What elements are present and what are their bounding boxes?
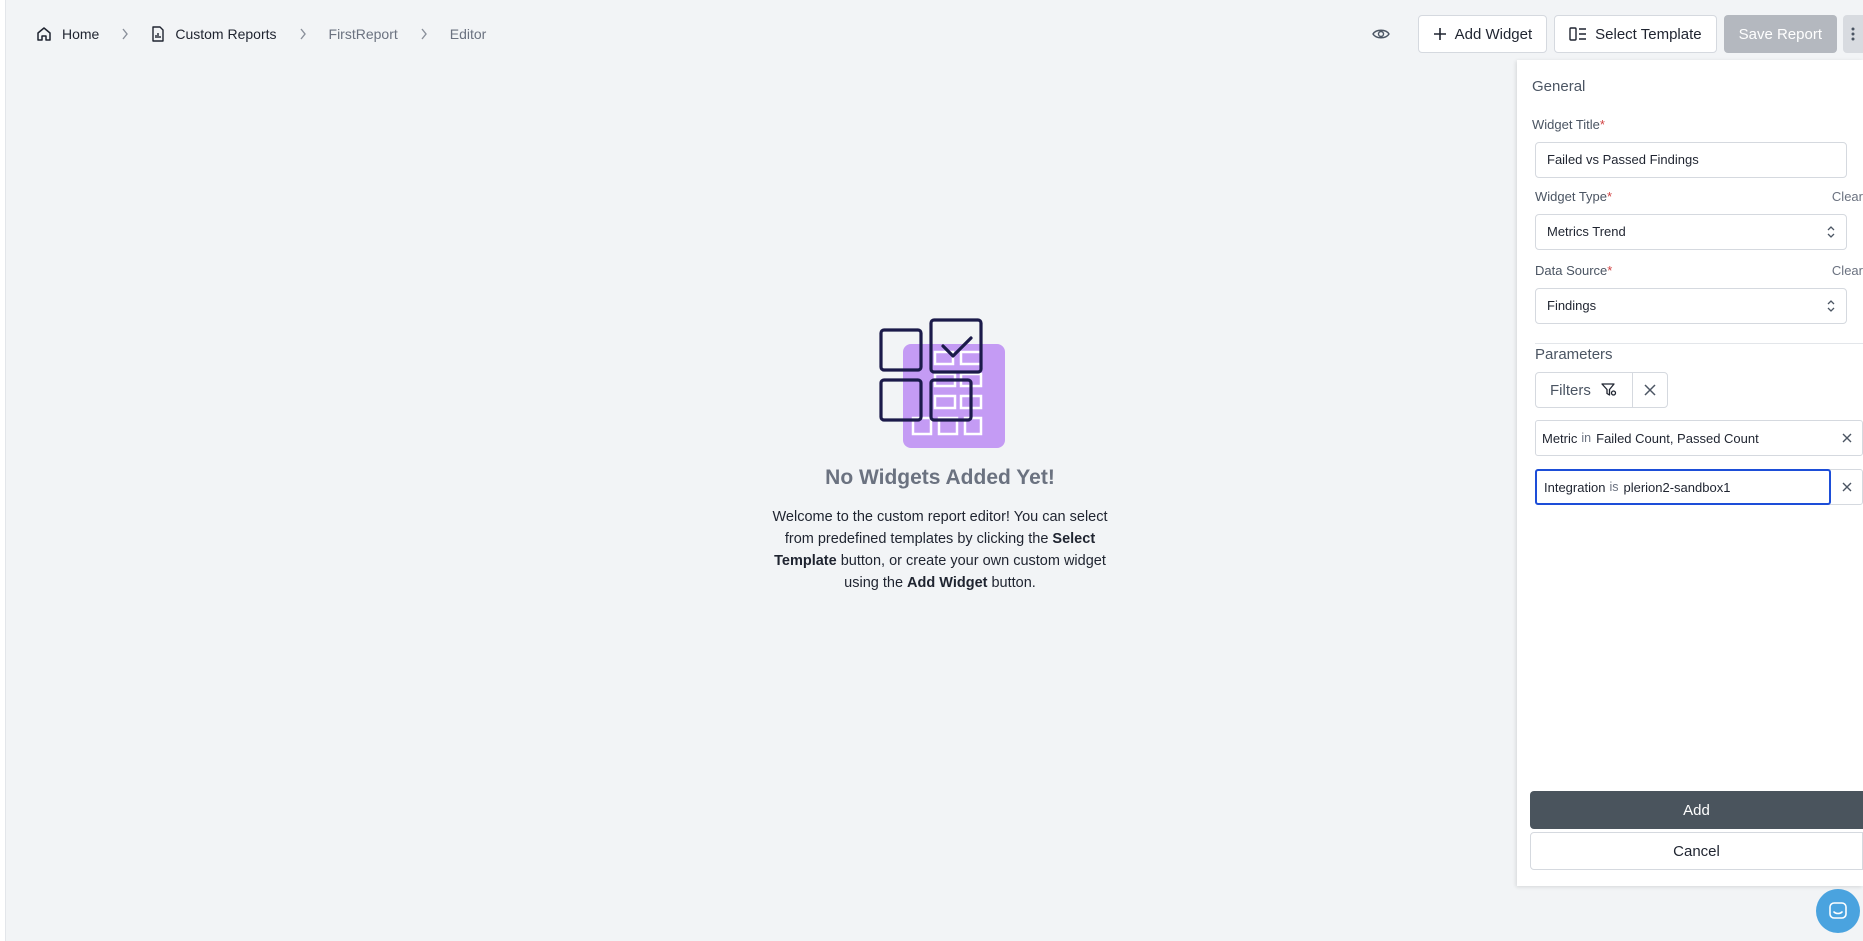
filter-value: plerion2-sandbox1 xyxy=(1623,479,1731,495)
empty-desc-bold-2: Add Widget xyxy=(907,575,988,591)
save-report-button[interactable]: Save Report xyxy=(1723,15,1837,53)
data-source-select[interactable]: Findings xyxy=(1535,288,1847,324)
widget-title-input[interactable]: Failed vs Passed Findings xyxy=(1535,142,1847,178)
select-template-label: Select Template xyxy=(1595,25,1702,43)
widget-type-value: Metrics Trend xyxy=(1547,224,1626,239)
widget-type-label: Widget Type* Clear xyxy=(1535,189,1863,204)
top-bar: Home Custom Reports FirstReport Editor A… xyxy=(6,0,1863,66)
empty-state-title: No Widgets Added Yet! xyxy=(825,466,1055,489)
select-updown-icon xyxy=(1827,300,1835,312)
close-icon xyxy=(1842,482,1852,492)
report-file-icon xyxy=(152,26,165,42)
template-icon xyxy=(1569,27,1587,41)
empty-state-description: Welcome to the custom report editor! You… xyxy=(760,506,1120,594)
filters-label: Filters xyxy=(1550,381,1591,399)
filter-settings-icon xyxy=(1601,383,1616,396)
widget-config-panel: General Widget Title* Failed vs Passed F… xyxy=(1517,60,1863,886)
widget-type-clear-link[interactable]: Clear xyxy=(1832,189,1863,204)
chat-support-button[interactable] xyxy=(1816,889,1860,933)
filter-operator: in xyxy=(1581,431,1592,445)
widget-title-label: Widget Title* xyxy=(1532,117,1605,132)
cancel-button[interactable]: Cancel xyxy=(1530,832,1863,870)
widget-title-value: Failed vs Passed Findings xyxy=(1547,152,1699,167)
general-section-title: General xyxy=(1532,78,1586,95)
remove-filter-button[interactable] xyxy=(1839,479,1855,495)
eye-icon xyxy=(1371,29,1390,39)
chevron-right-icon xyxy=(420,28,428,40)
filter-chip-metric[interactable]: Metric in Failed Count, Passed Count xyxy=(1535,420,1829,456)
chevron-right-icon xyxy=(299,28,307,40)
select-template-button[interactable]: Select Template xyxy=(1554,15,1717,53)
filter-operator: is xyxy=(1609,480,1619,494)
add-widget-label: Add Widget xyxy=(1454,25,1533,43)
breadcrumb-home[interactable]: Home xyxy=(36,24,99,44)
parameters-title: Parameters xyxy=(1535,346,1613,363)
close-icon xyxy=(1842,433,1852,443)
more-vertical-icon xyxy=(1851,27,1855,41)
chevron-right-icon xyxy=(121,28,129,40)
save-report-label: Save Report xyxy=(1738,25,1822,43)
filter-chip-integration[interactable]: Integration is plerion2-sandbox1 xyxy=(1535,469,1831,505)
clear-filters-button[interactable] xyxy=(1632,372,1668,408)
data-source-clear-link[interactable]: Clear xyxy=(1832,263,1863,278)
plus-icon xyxy=(1433,28,1446,40)
parameters-divider xyxy=(1535,343,1863,344)
breadcrumb-editor: Editor xyxy=(450,24,487,44)
chat-icon xyxy=(1829,902,1847,919)
home-icon xyxy=(37,27,51,41)
filter-key: Integration xyxy=(1544,479,1606,495)
breadcrumb-report[interactable]: FirstReport xyxy=(329,24,398,44)
breadcrumb-custom-reports[interactable]: Custom Reports xyxy=(151,24,277,44)
widgets-illustration-icon xyxy=(879,318,1005,448)
left-edge xyxy=(0,0,6,941)
add-label: Add xyxy=(1683,801,1710,819)
select-updown-icon xyxy=(1827,226,1835,238)
breadcrumb-report-label: FirstReport xyxy=(328,26,398,42)
close-icon xyxy=(1644,384,1656,396)
data-source-value: Findings xyxy=(1547,298,1597,313)
remove-filter-button[interactable] xyxy=(1839,430,1855,446)
breadcrumb-editor-label: Editor xyxy=(449,26,487,42)
breadcrumb-custom-reports-label: Custom Reports xyxy=(175,26,277,42)
filters-button[interactable]: Filters xyxy=(1535,372,1633,408)
filter-value: Failed Count, Passed Count xyxy=(1596,430,1759,446)
top-actions: Add Widget Select Template Save Report xyxy=(1368,15,1863,53)
breadcrumb-home-label: Home xyxy=(62,26,100,42)
preview-button[interactable] xyxy=(1368,21,1394,47)
filter-key: Metric xyxy=(1542,430,1578,446)
more-options-button[interactable] xyxy=(1843,15,1863,53)
widget-type-select[interactable]: Metrics Trend xyxy=(1535,214,1847,250)
add-button[interactable]: Add xyxy=(1530,791,1863,829)
cancel-label: Cancel xyxy=(1673,842,1720,860)
add-widget-button[interactable]: Add Widget xyxy=(1417,15,1548,53)
empty-desc-part-3: button. xyxy=(987,575,1036,591)
breadcrumb: Home Custom Reports FirstReport Editor xyxy=(36,24,486,44)
data-source-label: Data Source* Clear xyxy=(1535,263,1863,278)
